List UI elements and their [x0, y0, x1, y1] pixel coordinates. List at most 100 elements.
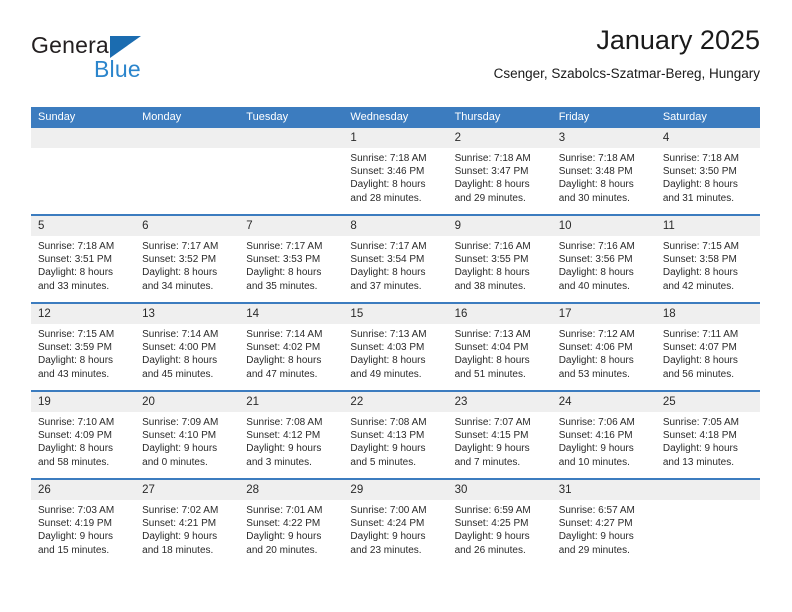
- day-cell-1[interactable]: 1 Sunrise: 7:18 AM Sunset: 3:46 PM Daylight…: [343, 128, 448, 214]
- calendar-week-row: 12 Sunrise: 7:15 AM Sunset: 3:59 PM Dayligh…: [31, 302, 760, 390]
- day-detail-line: Sunrise: 7:14 AM: [142, 329, 219, 340]
- day-detail-line: Daylight: 9 hours: [350, 531, 426, 543]
- day-detail-line: Daylight: 8 hours: [142, 355, 218, 367]
- day-detail-line: Sunrise: 7:08 AM: [246, 417, 323, 428]
- day-cell-13[interactable]: 13 Sunrise: 7:14 AM Sunset: 4:00 PM Dayligh…: [135, 304, 240, 390]
- day-detail-line: Sunset: 4:19 PM: [38, 518, 112, 530]
- day-number: 2: [447, 128, 552, 148]
- day-number: 27: [135, 480, 240, 500]
- day-cell-17[interactable]: 17 Sunrise: 7:12 AM Sunset: 4:06 PM Dayligh…: [551, 304, 656, 390]
- day-cell-6[interactable]: 6 Sunrise: 7:17 AM Sunset: 3:52 PM Daylight…: [135, 216, 240, 302]
- calendar-weeks: 1 Sunrise: 7:18 AM Sunset: 3:46 PM Daylight…: [31, 128, 760, 566]
- day-detail-line: Sunset: 4:13 PM: [350, 430, 425, 442]
- day-detail-line: Sunrise: 6:59 AM: [454, 505, 531, 516]
- day-number: 7: [239, 216, 344, 236]
- day-cell-15[interactable]: 15 Sunrise: 7:13 AM Sunset: 4:03 PM Dayligh…: [343, 304, 448, 390]
- day-details: Sunrise: 7:18 AM Sunset: 3:50 PM Daylight:…: [656, 148, 760, 205]
- day-details: Sunrise: 7:06 AM Sunset: 4:16 PM Daylight:…: [552, 412, 656, 469]
- day-cell-12[interactable]: 12 Sunrise: 7:15 AM Sunset: 3:59 PM Dayligh…: [31, 304, 136, 390]
- day-cell-24[interactable]: 24 Sunrise: 7:06 AM Sunset: 4:16 PM Dayligh…: [551, 392, 656, 478]
- day-cell-5[interactable]: 5 Sunrise: 7:18 AM Sunset: 3:51 PM Daylight…: [31, 216, 136, 302]
- day-cell-31[interactable]: 31 Sunrise: 6:57 AM Sunset: 4:27 PM Dayligh…: [551, 480, 656, 566]
- day-detail-line: Sunrise: 7:17 AM: [350, 241, 427, 252]
- day-number: 20: [135, 392, 240, 412]
- general-blue-logo[interactable]: General Blue: [31, 32, 211, 84]
- day-detail-line: and 51 minutes.: [454, 368, 526, 380]
- day-cell-11[interactable]: 11 Sunrise: 7:15 AM Sunset: 3:58 PM Dayligh…: [655, 216, 760, 302]
- day-cell-14[interactable]: 14 Sunrise: 7:14 AM Sunset: 4:02 PM Dayligh…: [239, 304, 344, 390]
- day-detail-line: Daylight: 8 hours: [454, 179, 530, 191]
- day-cell-18[interactable]: 18 Sunrise: 7:11 AM Sunset: 4:07 PM Dayligh…: [655, 304, 760, 390]
- day-details: Sunrise: 7:17 AM Sunset: 3:54 PM Daylight:…: [343, 236, 447, 293]
- day-detail-line: and 18 minutes.: [142, 544, 214, 556]
- day-details: Sunrise: 7:01 AM Sunset: 4:22 PM Daylight:…: [239, 500, 343, 557]
- day-details: Sunrise: 7:11 AM Sunset: 4:07 PM Daylight:…: [656, 324, 760, 381]
- day-detail-line: Sunrise: 7:09 AM: [142, 417, 219, 428]
- day-detail-line: Sunset: 4:03 PM: [350, 342, 425, 354]
- day-detail-line: and 45 minutes.: [142, 368, 214, 380]
- day-cell-25[interactable]: 25 Sunrise: 7:05 AM Sunset: 4:18 PM Dayligh…: [655, 392, 760, 478]
- day-detail-line: Sunset: 3:53 PM: [246, 254, 321, 266]
- day-detail-line: and 49 minutes.: [350, 368, 422, 380]
- day-cell-27[interactable]: 27 Sunrise: 7:02 AM Sunset: 4:21 PM Dayligh…: [135, 480, 240, 566]
- day-detail-line: and 13 minutes.: [662, 456, 735, 468]
- day-cell-9[interactable]: 9 Sunrise: 7:16 AM Sunset: 3:55 PM Daylight…: [447, 216, 552, 302]
- day-cell-8[interactable]: 8 Sunrise: 7:17 AM Sunset: 3:54 PM Daylight…: [343, 216, 448, 302]
- day-detail-line: Sunrise: 7:18 AM: [38, 241, 115, 252]
- day-detail-line: and 26 minutes.: [454, 544, 526, 556]
- day-cell-29[interactable]: 29 Sunrise: 7:00 AM Sunset: 4:24 PM Dayligh…: [343, 480, 448, 566]
- day-cell-30[interactable]: 30 Sunrise: 6:59 AM Sunset: 4:25 PM Dayligh…: [447, 480, 552, 566]
- day-number: 10: [551, 216, 656, 236]
- day-number: 28: [239, 480, 344, 500]
- calendar-week-row: 1 Sunrise: 7:18 AM Sunset: 3:46 PM Daylight…: [31, 128, 760, 214]
- day-cell-7[interactable]: 7 Sunrise: 7:17 AM Sunset: 3:53 PM Daylight…: [239, 216, 344, 302]
- day-cell-20[interactable]: 20 Sunrise: 7:09 AM Sunset: 4:10 PM Dayligh…: [135, 392, 240, 478]
- weekday-header-tuesday: Tuesday: [246, 111, 289, 123]
- day-detail-line: Sunrise: 7:16 AM: [454, 241, 531, 252]
- day-details: Sunrise: 7:02 AM Sunset: 4:21 PM Daylight:…: [135, 500, 239, 557]
- day-detail-line: Sunset: 4:22 PM: [246, 518, 321, 530]
- day-cell-22[interactable]: 22 Sunrise: 7:08 AM Sunset: 4:13 PM Dayligh…: [343, 392, 448, 478]
- day-cell-21[interactable]: 21 Sunrise: 7:08 AM Sunset: 4:12 PM Dayligh…: [239, 392, 344, 478]
- day-detail-line: Sunset: 4:10 PM: [142, 430, 217, 442]
- day-number: 5: [31, 216, 136, 236]
- day-number: 3: [551, 128, 656, 148]
- day-cell-16[interactable]: 16 Sunrise: 7:13 AM Sunset: 4:04 PM Dayligh…: [447, 304, 552, 390]
- day-detail-line: Daylight: 8 hours: [38, 443, 114, 455]
- day-cell-19[interactable]: 19 Sunrise: 7:10 AM Sunset: 4:09 PM Dayligh…: [31, 392, 136, 478]
- day-detail-line: Sunset: 3:50 PM: [662, 166, 737, 178]
- day-detail-line: Daylight: 8 hours: [246, 355, 322, 367]
- weekday-header-saturday: Saturday: [662, 111, 707, 123]
- day-number: 17: [551, 304, 656, 324]
- day-detail-line: Sunrise: 7:15 AM: [38, 329, 115, 340]
- day-detail-line: Daylight: 9 hours: [246, 531, 322, 543]
- day-detail-line: Sunset: 4:06 PM: [558, 342, 633, 354]
- day-cell-23[interactable]: 23 Sunrise: 7:07 AM Sunset: 4:15 PM Dayligh…: [447, 392, 552, 478]
- day-details: Sunrise: 7:13 AM Sunset: 4:03 PM Daylight:…: [343, 324, 447, 381]
- day-detail-line: Sunrise: 7:13 AM: [454, 329, 531, 340]
- day-details: Sunrise: 7:07 AM Sunset: 4:15 PM Daylight:…: [448, 412, 552, 469]
- day-detail-line: Daylight: 9 hours: [662, 443, 738, 455]
- day-detail-line: Sunrise: 7:17 AM: [142, 241, 219, 252]
- day-details: [31, 148, 135, 152]
- day-detail-line: Sunset: 3:47 PM: [454, 166, 529, 178]
- day-number: [135, 128, 240, 148]
- day-detail-line: Daylight: 8 hours: [350, 179, 426, 191]
- day-cell-28[interactable]: 28 Sunrise: 7:01 AM Sunset: 4:22 PM Dayligh…: [239, 480, 344, 566]
- day-cell-4[interactable]: 4 Sunrise: 7:18 AM Sunset: 3:50 PM Daylight…: [655, 128, 760, 214]
- day-detail-line: and 29 minutes.: [558, 544, 630, 556]
- day-detail-line: Sunrise: 7:05 AM: [662, 417, 739, 428]
- day-cell-empty: [239, 128, 344, 214]
- day-cell-26[interactable]: 26 Sunrise: 7:03 AM Sunset: 4:19 PM Dayligh…: [31, 480, 136, 566]
- logo-text-general: General: [31, 32, 115, 58]
- day-cell-10[interactable]: 10 Sunrise: 7:16 AM Sunset: 3:56 PM Dayligh…: [551, 216, 656, 302]
- day-detail-line: Daylight: 9 hours: [350, 443, 426, 455]
- logo-text-blue: Blue: [94, 56, 141, 82]
- day-number: 13: [135, 304, 240, 324]
- day-number: 24: [551, 392, 656, 412]
- day-cell-3[interactable]: 3 Sunrise: 7:18 AM Sunset: 3:48 PM Daylight…: [551, 128, 656, 214]
- day-cell-2[interactable]: 2 Sunrise: 7:18 AM Sunset: 3:47 PM Daylight…: [447, 128, 552, 214]
- day-detail-line: and 35 minutes.: [246, 280, 318, 292]
- day-detail-line: and 43 minutes.: [38, 368, 110, 380]
- day-number: 9: [447, 216, 552, 236]
